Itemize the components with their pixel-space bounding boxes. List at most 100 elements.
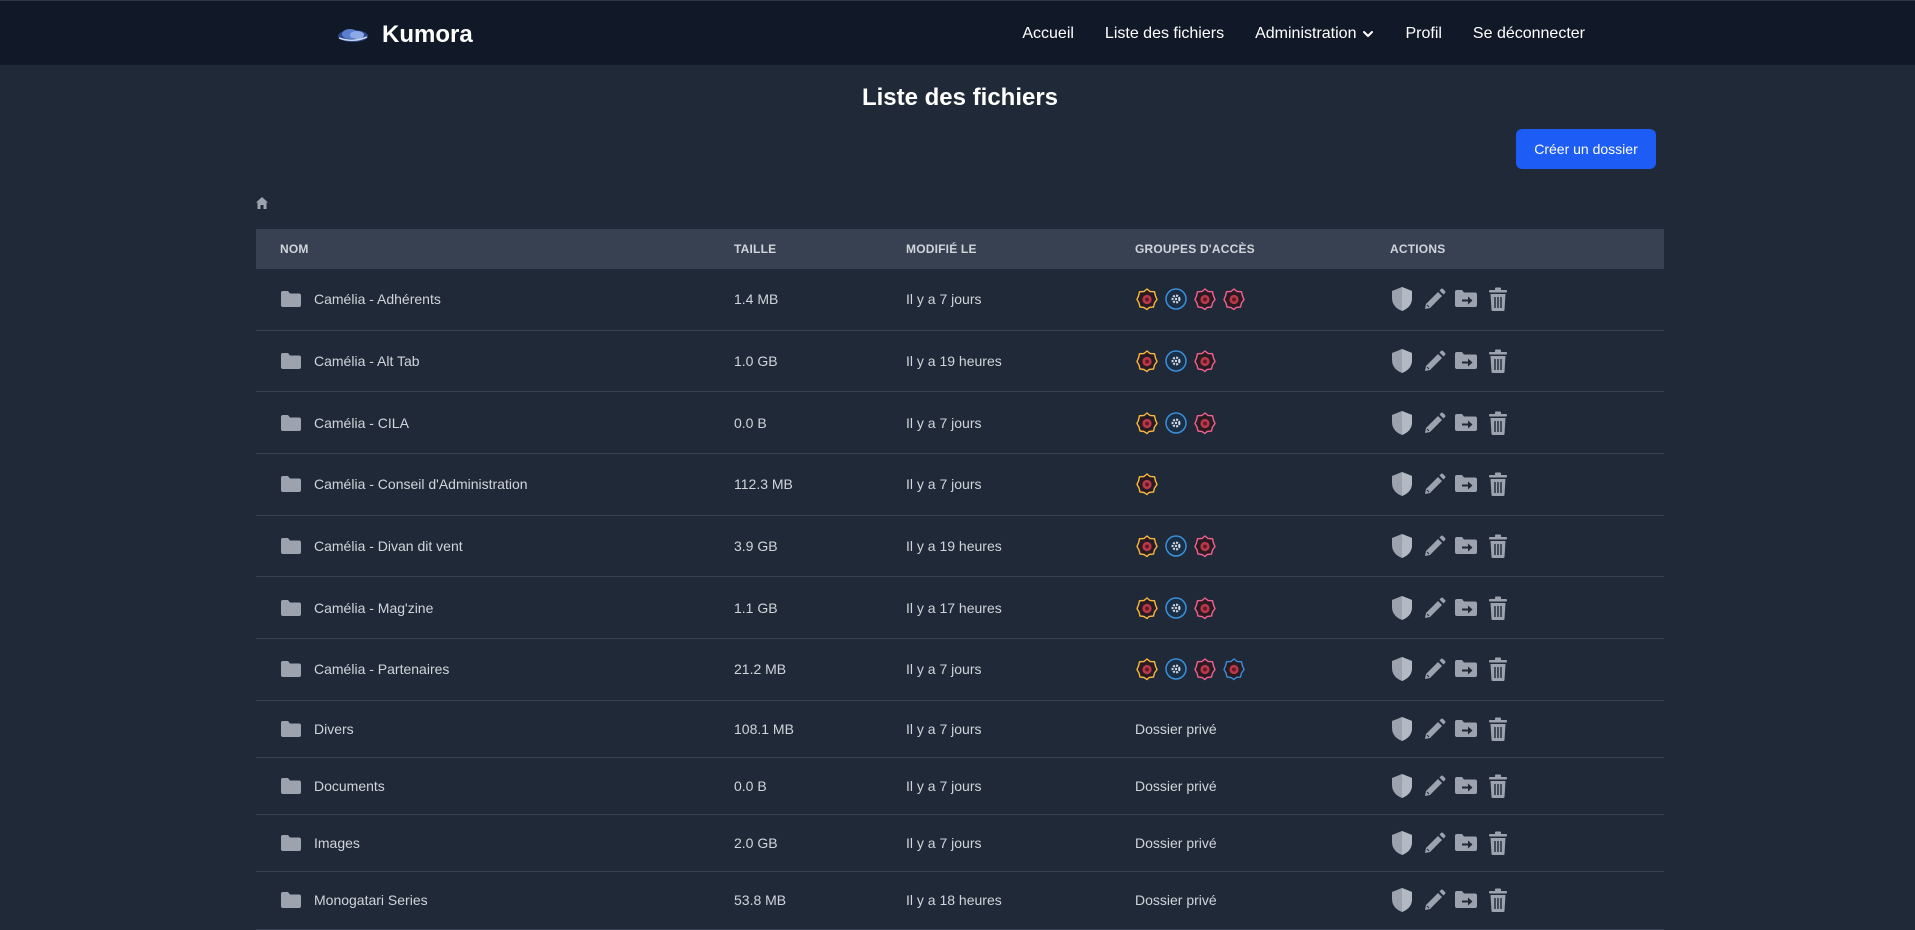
folder-move-icon[interactable] <box>1454 656 1478 682</box>
file-name-cell[interactable]: Camélia - Conseil d'Administration <box>256 475 734 493</box>
table-row[interactable]: Divers 108.1 MB Il y a 7 jours Dossier priv… <box>256 701 1664 758</box>
nav-home[interactable]: Accueil <box>1022 25 1074 43</box>
folder-move-icon[interactable] <box>1454 286 1478 312</box>
file-name[interactable]: Camélia - Adhérents <box>314 291 441 307</box>
folder-move-icon[interactable] <box>1454 830 1478 856</box>
folder-icon <box>281 414 301 431</box>
header-modified[interactable]: MODIFIÉ LE <box>906 242 1135 256</box>
table-row[interactable]: Images 2.0 GB Il y a 7 jours Dossier privé <box>256 815 1664 873</box>
trash-icon[interactable] <box>1486 773 1510 799</box>
pencil-icon[interactable] <box>1422 533 1446 559</box>
private-folder-label: Dossier privé <box>1135 778 1217 795</box>
trash-icon[interactable] <box>1486 533 1510 559</box>
trash-icon[interactable] <box>1486 887 1510 913</box>
table-row[interactable]: Camélia - Adhérents 1.4 MB Il y a 7 jours <box>256 269 1664 331</box>
table-row[interactable]: Camélia - Conseil d'Administration 112.3 … <box>256 454 1664 516</box>
shield-icon[interactable] <box>1390 716 1414 742</box>
folder-move-icon[interactable] <box>1454 716 1478 742</box>
table-row[interactable]: Monogatari Series 53.8 MB Il y a 18 heures… <box>256 872 1664 930</box>
shield-icon[interactable] <box>1390 533 1414 559</box>
trash-icon[interactable] <box>1486 595 1510 621</box>
shield-icon[interactable] <box>1390 595 1414 621</box>
folder-move-icon[interactable] <box>1454 595 1478 621</box>
folder-move-icon[interactable] <box>1454 773 1478 799</box>
brand[interactable]: Kumora <box>336 19 473 51</box>
file-name-cell[interactable]: Camélia - Adhérents <box>256 290 734 308</box>
nav-administration[interactable]: Administration <box>1255 25 1374 43</box>
folder-icon <box>281 778 301 795</box>
file-name[interactable]: Camélia - CILA <box>314 415 409 431</box>
pencil-icon[interactable] <box>1422 716 1446 742</box>
table-row[interactable]: Camélia - Divan dit vent 3.9 GB Il y a 19 … <box>256 516 1664 578</box>
file-name-cell[interactable]: Documents <box>256 777 734 795</box>
nav-administration-label: Administration <box>1255 24 1357 42</box>
pencil-icon[interactable] <box>1422 656 1446 682</box>
shield-icon[interactable] <box>1390 286 1414 312</box>
access-groups <box>1135 657 1390 681</box>
file-name-cell[interactable]: Camélia - Partenaires <box>256 660 734 678</box>
trash-icon[interactable] <box>1486 830 1510 856</box>
pencil-icon[interactable] <box>1422 830 1446 856</box>
shield-icon[interactable] <box>1390 830 1414 856</box>
folder-move-icon[interactable] <box>1454 471 1478 497</box>
table-row[interactable]: Camélia - Mag'zine 1.1 GB Il y a 17 heures <box>256 577 1664 640</box>
file-name[interactable]: Camélia - Partenaires <box>314 661 449 677</box>
file-name[interactable]: Divers <box>314 721 354 737</box>
pencil-icon[interactable] <box>1422 471 1446 497</box>
access-groups: Dossier privé <box>1135 778 1390 794</box>
group-flower-badge-icon <box>1136 350 1158 373</box>
folder-move-icon[interactable] <box>1454 410 1478 436</box>
folder-move-icon[interactable] <box>1454 348 1478 374</box>
shield-icon[interactable] <box>1390 887 1414 913</box>
file-name[interactable]: Images <box>314 835 360 851</box>
trash-icon[interactable] <box>1486 286 1510 312</box>
file-name-cell[interactable]: Images <box>256 834 734 852</box>
trash-icon[interactable] <box>1486 410 1510 436</box>
file-name[interactable]: Documents <box>314 778 385 794</box>
folder-icon <box>281 476 301 493</box>
pencil-icon[interactable] <box>1422 887 1446 913</box>
shield-icon[interactable] <box>1390 471 1414 497</box>
shield-icon[interactable] <box>1390 773 1414 799</box>
table-row[interactable]: Documents 0.0 B Il y a 7 jours Dossier priv… <box>256 758 1664 816</box>
header-name[interactable]: NOM <box>256 242 734 256</box>
trash-icon[interactable] <box>1486 348 1510 374</box>
trash-icon[interactable] <box>1486 656 1510 682</box>
trash-icon[interactable] <box>1486 471 1510 497</box>
pencil-icon[interactable] <box>1422 773 1446 799</box>
file-name[interactable]: Monogatari Series <box>314 892 428 908</box>
create-folder-button[interactable]: Créer un dossier <box>1516 129 1656 169</box>
header-size[interactable]: TAILLE <box>734 242 906 256</box>
nav-files[interactable]: Liste des fichiers <box>1105 25 1224 43</box>
folder-icon <box>281 353 301 370</box>
pencil-icon[interactable] <box>1422 410 1446 436</box>
pencil-icon[interactable] <box>1422 595 1446 621</box>
shield-icon[interactable] <box>1390 348 1414 374</box>
table-row[interactable]: Camélia - Partenaires 21.2 MB Il y a 7 jou… <box>256 639 1664 701</box>
file-name-cell[interactable]: Camélia - Alt Tab <box>256 352 734 370</box>
nav-profile[interactable]: Profil <box>1405 25 1441 43</box>
group-flower-badge-icon <box>1194 535 1216 558</box>
table-row[interactable]: Camélia - CILA 0.0 B Il y a 7 jours <box>256 392 1664 455</box>
shield-icon[interactable] <box>1390 656 1414 682</box>
table-row[interactable]: Camélia - Alt Tab 1.0 GB Il y a 19 heures <box>256 331 1664 393</box>
trash-icon[interactable] <box>1486 716 1510 742</box>
file-modified: Il y a 7 jours <box>906 414 982 431</box>
file-name-cell[interactable]: Camélia - Divan dit vent <box>256 537 734 555</box>
folder-move-icon[interactable] <box>1454 887 1478 913</box>
pencil-icon[interactable] <box>1422 348 1446 374</box>
file-name[interactable]: Camélia - Alt Tab <box>314 353 420 369</box>
file-name[interactable]: Camélia - Conseil d'Administration <box>314 476 528 492</box>
folder-move-icon[interactable] <box>1454 533 1478 559</box>
shield-icon[interactable] <box>1390 410 1414 436</box>
nav-logout[interactable]: Se déconnecter <box>1473 25 1585 43</box>
file-name[interactable]: Camélia - Mag'zine <box>314 600 433 616</box>
file-name-cell[interactable]: Camélia - CILA <box>256 414 734 432</box>
file-name-cell[interactable]: Camélia - Mag'zine <box>256 599 734 617</box>
pencil-icon[interactable] <box>1422 286 1446 312</box>
file-name-cell[interactable]: Monogatari Series <box>256 891 734 909</box>
file-size: 21.2 MB <box>734 661 787 678</box>
home-icon[interactable] <box>255 196 269 210</box>
file-name[interactable]: Camélia - Divan dit vent <box>314 538 463 554</box>
file-name-cell[interactable]: Divers <box>256 720 734 738</box>
